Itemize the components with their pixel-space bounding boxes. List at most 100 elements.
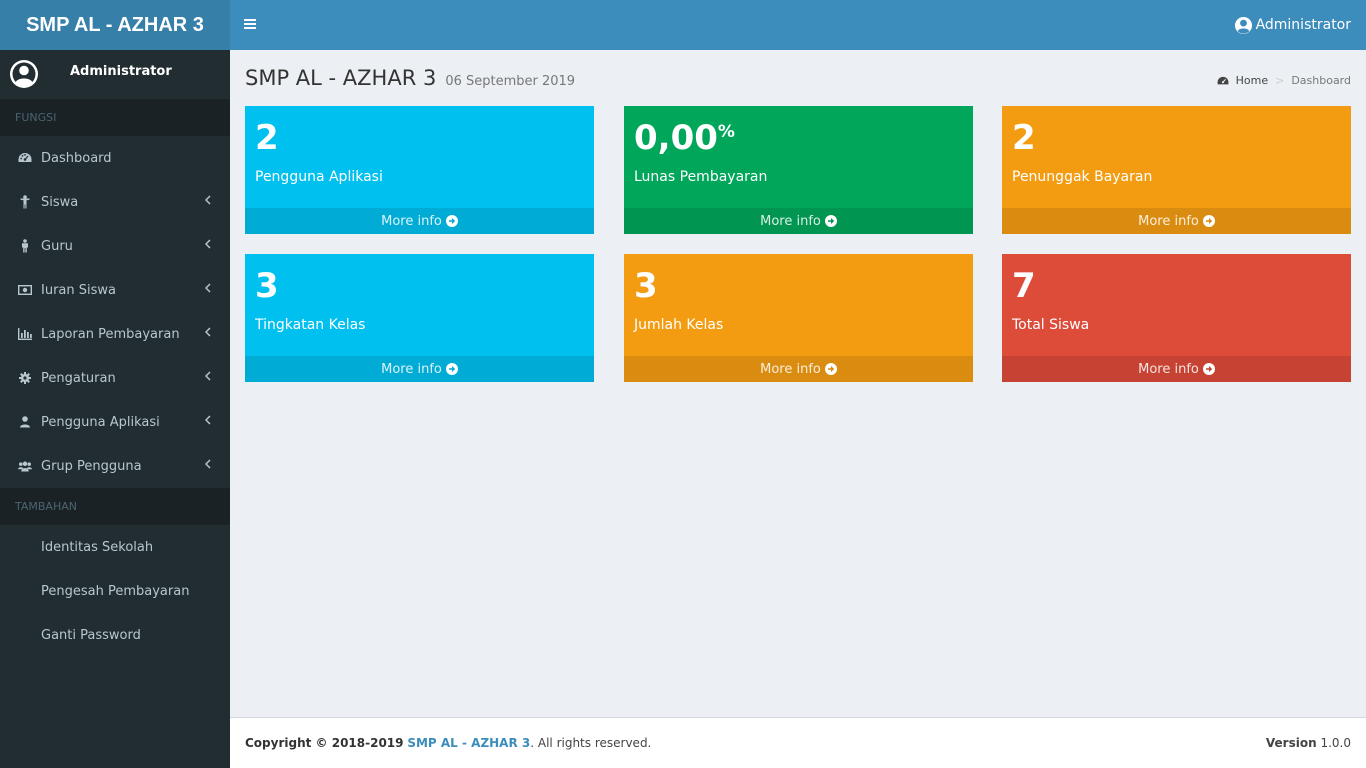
info-box-label: Total Siswa: [1012, 317, 1090, 333]
version-number: 1.0.0: [1320, 736, 1351, 750]
more-info-label: More info: [381, 213, 442, 229]
content-header: SMP AL - AZHAR 3 06 September 2019: [245, 66, 575, 90]
version-label: Version: [1265, 736, 1317, 750]
user-menu[interactable]: Administrator: [1234, 0, 1351, 50]
info-box-label: Tingkatan Kelas: [255, 317, 366, 333]
info-box-value: 2: [255, 118, 279, 158]
page-date: 06 September 2019: [445, 74, 576, 89]
page-title: SMP AL - AZHAR 3: [245, 66, 437, 90]
sidebar-item-label: Siswa: [41, 194, 79, 210]
info-box-label: Pengguna Aplikasi: [255, 169, 383, 185]
info-box-label: Lunas Pembayaran: [634, 169, 768, 185]
breadcrumb-current: Dashboard: [1291, 74, 1351, 87]
footer-brand-link[interactable]: SMP AL - AZHAR 3: [407, 736, 530, 750]
top-navbar: Administrator: [230, 0, 1366, 50]
info-box-value: 0,00%: [634, 118, 735, 158]
sidebar-item-laporan-pembayaran[interactable]: Laporan Pembayaran: [0, 312, 230, 356]
copyright: Copyright © 2018-2019 SMP AL - AZHAR 3. …: [245, 736, 651, 750]
sidebar-item-label: Pengguna Aplikasi: [41, 414, 160, 430]
info-box-label: Penunggak Bayaran: [1012, 169, 1153, 185]
arrow-circle-right-icon: [445, 363, 458, 375]
sidebar-item-dashboard[interactable]: Dashboard: [0, 136, 230, 180]
more-info-link[interactable]: More info: [624, 208, 973, 234]
sidebar-item-iuran-siswa[interactable]: Iuran Siswa: [0, 268, 230, 312]
app-logo[interactable]: SMP AL - AZHAR 3: [0, 0, 230, 50]
sidebar-user-name: Administrator: [70, 64, 172, 79]
main-footer: Copyright © 2018-2019 SMP AL - AZHAR 3. …: [230, 717, 1366, 768]
chevron-left-icon: [205, 459, 211, 469]
more-info-label: More info: [381, 361, 442, 377]
sidebar-section-header: TAMBAHAN: [0, 488, 230, 525]
sidebar-item-pengaturan[interactable]: Pengaturan: [0, 356, 230, 400]
arrow-circle-right-icon: [824, 363, 837, 375]
child-icon: [18, 195, 32, 209]
chevron-left-icon: [205, 283, 211, 293]
breadcrumb-home-link[interactable]: Home: [1236, 74, 1268, 87]
more-info-link[interactable]: More info: [1002, 356, 1351, 382]
sidebar-item-pengguna-aplikasi[interactable]: Pengguna Aplikasi: [0, 400, 230, 444]
sidebar-item-label: Laporan Pembayaran: [41, 326, 180, 342]
arrow-circle-right-icon: [1202, 363, 1215, 375]
chevron-left-icon: [205, 371, 211, 381]
info-box-value: 3: [255, 266, 279, 306]
arrow-circle-right-icon: [445, 215, 458, 227]
more-info-label: More info: [1138, 213, 1199, 229]
more-info-link[interactable]: More info: [245, 208, 594, 234]
sidebar-item-pengesah-pembayaran[interactable]: Pengesah Pembayaran: [0, 569, 230, 613]
dashboard-icon: [18, 151, 32, 165]
info-box-label: Jumlah Kelas: [634, 317, 724, 333]
info-box-suffix: %: [717, 122, 735, 142]
info-box-pengguna-aplikasi: 2 Pengguna Aplikasi More info: [245, 106, 594, 234]
sidebar: Administrator FUNGSI Dashboard Siswa Gur…: [0, 50, 230, 768]
more-info-label: More info: [760, 361, 821, 377]
info-box-number: 0,00: [634, 118, 718, 158]
chevron-left-icon: [205, 415, 211, 425]
male-icon: [18, 239, 32, 253]
info-box-total-siswa: 7 Total Siswa More info: [1002, 254, 1351, 382]
info-box-tingkatan-kelas: 3 Tingkatan Kelas More info: [245, 254, 594, 382]
info-box-value: 2: [1012, 118, 1036, 158]
version-info: Version 1.0.0: [1266, 736, 1351, 750]
info-box-value: 3: [634, 266, 658, 306]
users-icon: [18, 459, 32, 473]
sidebar-item-siswa[interactable]: Siswa: [0, 180, 230, 224]
sidebar-item-label: Identitas Sekolah: [41, 539, 154, 555]
sidebar-item-label: Grup Pengguna: [41, 458, 142, 474]
arrow-circle-right-icon: [1202, 215, 1215, 227]
sidebar-item-label: Guru: [41, 238, 73, 254]
sidebar-item-label: Ganti Password: [41, 627, 141, 643]
user-panel: Administrator: [0, 50, 230, 99]
more-info-label: More info: [1138, 361, 1199, 377]
sidebar-section-header: FUNGSI: [0, 99, 230, 136]
sidebar-item-grup-pengguna[interactable]: Grup Pengguna: [0, 444, 230, 488]
money-icon: [18, 283, 32, 297]
sidebar-item-label: Dashboard: [41, 150, 112, 166]
sidebar-toggle-icon[interactable]: [244, 17, 258, 33]
info-box-value: 7: [1012, 266, 1036, 306]
avatar-icon: [10, 60, 38, 88]
sidebar-item-label: Iuran Siswa: [41, 282, 116, 298]
sidebar-item-ganti-password[interactable]: Ganti Password: [0, 613, 230, 657]
breadcrumb: Home > Dashboard: [1217, 74, 1351, 87]
user-icon: [18, 415, 32, 429]
more-info-link[interactable]: More info: [1002, 208, 1351, 234]
chevron-left-icon: [205, 195, 211, 205]
more-info-label: More info: [760, 213, 821, 229]
info-box-penunggak-bayaran: 2 Penunggak Bayaran More info: [1002, 106, 1351, 234]
sidebar-item-identitas-sekolah[interactable]: Identitas Sekolah: [0, 525, 230, 569]
gear-icon: [18, 371, 32, 385]
copyright-prefix: Copyright © 2018-2019: [245, 736, 404, 750]
bar-chart-icon: [18, 327, 32, 341]
arrow-circle-right-icon: [824, 215, 837, 227]
more-info-link[interactable]: More info: [245, 356, 594, 382]
user-menu-label: Administrator: [1255, 17, 1351, 33]
info-box-lunas-pembayaran: 0,00% Lunas Pembayaran More info: [624, 106, 973, 234]
more-info-link[interactable]: More info: [624, 356, 973, 382]
breadcrumb-separator: >: [1275, 74, 1285, 87]
info-box-jumlah-kelas: 3 Jumlah Kelas More info: [624, 254, 973, 382]
dashboard-icon: [1217, 76, 1229, 84]
sidebar-item-label: Pengesah Pembayaran: [41, 583, 190, 599]
sidebar-item-guru[interactable]: Guru: [0, 224, 230, 268]
copyright-suffix: . All rights reserved.: [530, 736, 652, 750]
sidebar-item-label: Pengaturan: [41, 370, 116, 386]
